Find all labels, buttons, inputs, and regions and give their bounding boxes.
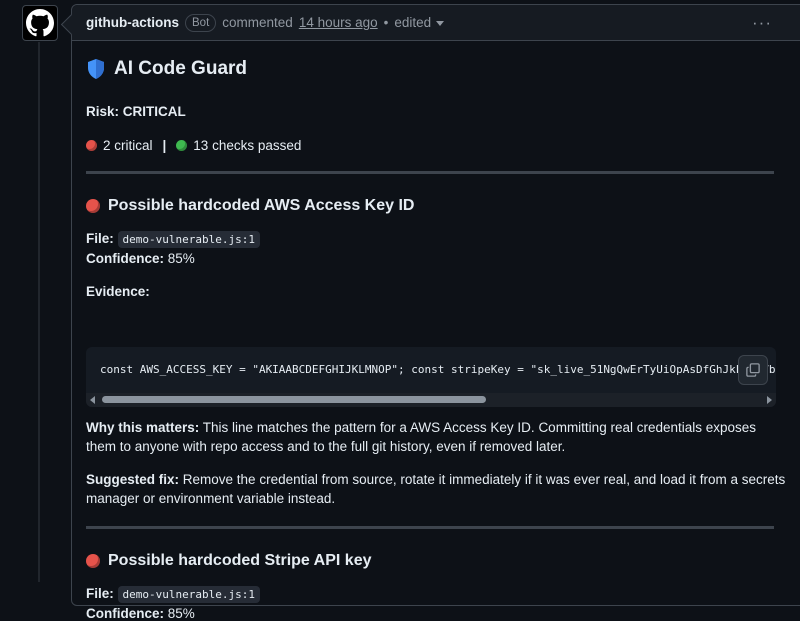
risk-value: CRITICAL <box>122 104 186 119</box>
finding-title: Possible hardcoded AWS Access Key ID <box>86 197 414 215</box>
red-circle-icon <box>86 140 97 151</box>
section-divider <box>86 526 774 529</box>
critical-count: 2 critical <box>103 138 153 153</box>
finding-title-text: Possible hardcoded AWS Access Key ID <box>108 197 415 214</box>
finding-title: Possible hardcoded Stripe API key <box>86 552 372 570</box>
scroll-left-icon[interactable] <box>90 396 95 404</box>
evidence-label: Evidence: <box>86 284 150 299</box>
triangle-down-icon <box>436 20 445 26</box>
shield-icon <box>88 59 104 79</box>
comment-action: commented <box>222 15 293 30</box>
red-circle-icon <box>86 554 100 568</box>
why-label: Why this matters: <box>86 420 200 435</box>
comment-header: github-actions Bot commented 14 hours ag… <box>72 5 800 41</box>
header-separator: • <box>383 15 389 30</box>
finding-file: File: demo-vulnerable.js:1 <box>86 231 260 248</box>
evidence-code-block[interactable]: const AWS_ACCESS_KEY = "AKIAABCDEFGHIJKL… <box>86 347 776 407</box>
risk-label: Risk: <box>86 104 120 119</box>
confidence-value: 85% <box>167 251 195 266</box>
file-label: File: <box>86 586 114 601</box>
finding-confidence: Confidence: 85% <box>86 251 195 266</box>
summary-line: 2 critical | 13 checks passed <box>86 138 301 153</box>
scrollbar-thumb[interactable] <box>102 396 486 403</box>
passed-count: 13 checks passed <box>193 138 302 153</box>
finding-title-text: Possible hardcoded Stripe API key <box>108 552 372 569</box>
edited-dropdown[interactable]: edited <box>394 15 445 30</box>
timeline-line <box>38 42 40 582</box>
file-path: demo-vulnerable.js:1 <box>117 231 260 248</box>
why-matters: Why this matters: This line matches the … <box>86 418 786 456</box>
section-divider <box>86 171 774 174</box>
report-title: AI Code Guard <box>86 58 247 80</box>
red-circle-icon <box>86 199 100 213</box>
comment-card: github-actions Bot commented 14 hours ag… <box>60 4 800 621</box>
finding-confidence: Confidence: 85% <box>86 606 195 621</box>
scroll-right-icon[interactable] <box>767 396 772 404</box>
more-options-icon[interactable]: ··· <box>752 13 772 33</box>
github-logo-icon <box>26 9 54 37</box>
edited-label: edited <box>394 15 432 30</box>
copy-button[interactable] <box>738 355 768 385</box>
confidence-label: Confidence: <box>86 251 165 266</box>
suggested-fix: Suggested fix: Remove the credential fro… <box>86 470 786 508</box>
summary-divider: | <box>162 138 167 153</box>
file-label: File: <box>86 231 114 246</box>
horizontal-scrollbar[interactable] <box>86 393 776 407</box>
confidence-value: 85% <box>167 606 195 621</box>
finding-file: File: demo-vulnerable.js:1 <box>86 586 260 603</box>
bot-badge: Bot <box>185 13 217 32</box>
github-avatar[interactable] <box>22 5 58 41</box>
fix-text: Remove the credential from source, rotat… <box>86 472 786 506</box>
risk-line: Risk: CRITICAL <box>86 104 186 119</box>
comment-timestamp[interactable]: 14 hours ago <box>299 15 378 30</box>
comment-author[interactable]: github-actions <box>86 15 179 30</box>
confidence-label: Confidence: <box>86 606 165 621</box>
fix-label: Suggested fix: <box>86 472 180 487</box>
green-circle-icon <box>176 140 188 151</box>
report-title-text: AI Code Guard <box>114 58 248 79</box>
copy-icon <box>746 363 760 377</box>
file-path: demo-vulnerable.js:1 <box>117 586 260 603</box>
evidence-code: const AWS_ACCESS_KEY = "AKIAABCDEFGHIJKL… <box>100 363 776 376</box>
